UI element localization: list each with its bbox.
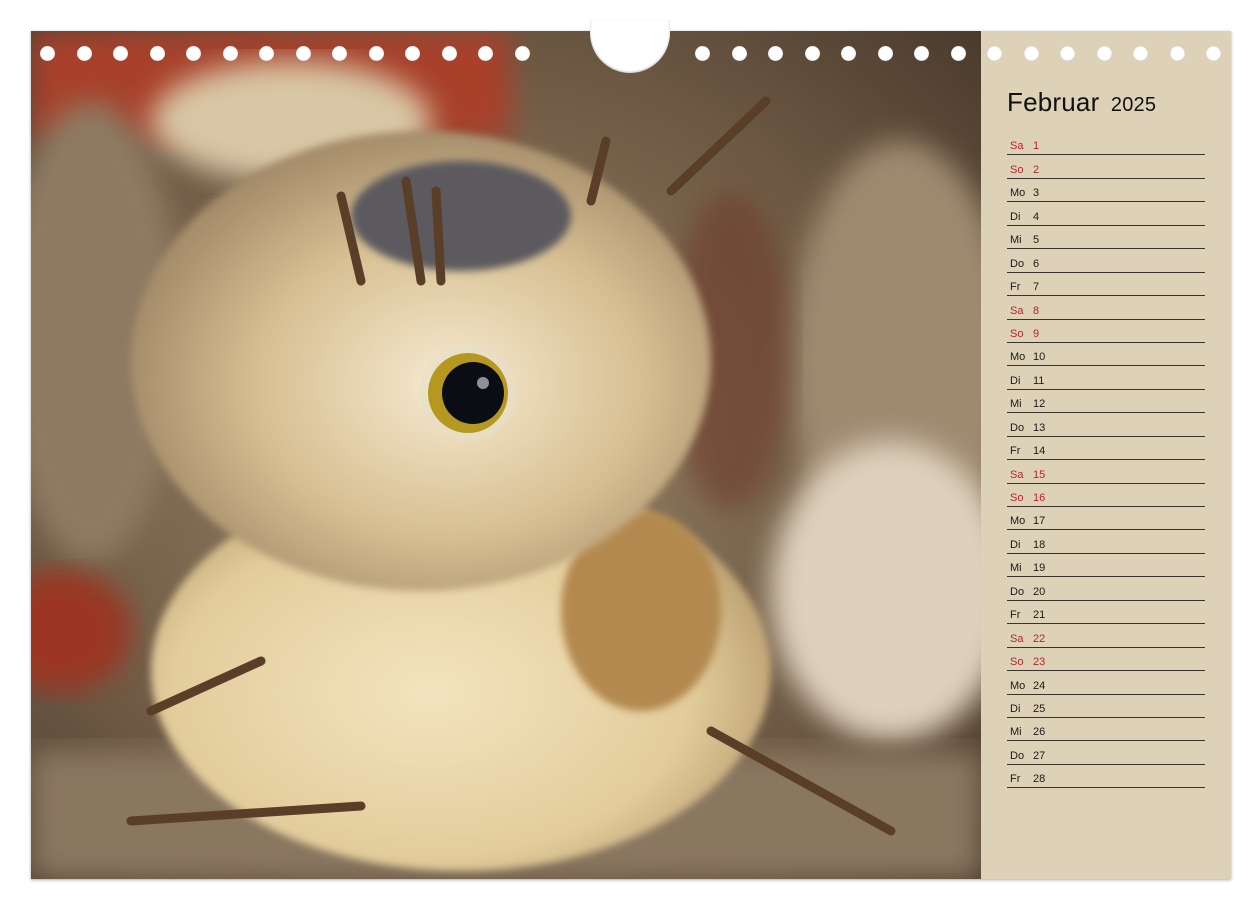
- day-number: 7: [1033, 281, 1040, 294]
- day-number: 17: [1033, 515, 1046, 528]
- weekday-abbrev: Mo: [1010, 515, 1026, 528]
- day-row: Do 13: [1007, 413, 1205, 437]
- day-number: 10: [1033, 351, 1046, 364]
- day-row: Di 4: [1007, 202, 1205, 226]
- day-row: Sa 8: [1007, 296, 1205, 320]
- year-label: 2025: [1110, 94, 1157, 116]
- day-row: Do 20: [1007, 577, 1205, 601]
- weekday-abbrev: Fr: [1010, 445, 1021, 458]
- day-row: Sa 15: [1007, 460, 1205, 484]
- day-number: 16: [1033, 492, 1046, 504]
- day-row: Di 11: [1007, 366, 1205, 390]
- day-row: Do 27: [1007, 741, 1205, 765]
- weekday-abbrev: Sa: [1010, 304, 1024, 317]
- day-number: 22: [1033, 632, 1046, 645]
- day-number: 19: [1033, 562, 1046, 575]
- weekday-abbrev: Fr: [1010, 281, 1021, 294]
- day-row: Do 6: [1007, 249, 1205, 273]
- day-row: Fr 7: [1007, 273, 1205, 297]
- day-number: 20: [1033, 585, 1046, 598]
- day-row: Sa 22: [1007, 624, 1205, 648]
- day-number: 9: [1033, 327, 1040, 340]
- owl-photo: [31, 31, 981, 879]
- day-row: Mo 10: [1007, 343, 1205, 367]
- weekday-abbrev: Fr: [1010, 773, 1021, 786]
- weekday-abbrev: Mo: [1010, 187, 1026, 200]
- day-row: Fr 21: [1007, 601, 1205, 625]
- day-number: 18: [1033, 538, 1046, 551]
- day-number: 26: [1033, 726, 1046, 739]
- day-number: 14: [1033, 445, 1046, 458]
- day-number: 3: [1033, 187, 1040, 200]
- day-number: 15: [1033, 468, 1046, 481]
- weekday-abbrev: Do: [1010, 257, 1025, 270]
- weekday-abbrev: Mi: [1010, 562, 1022, 575]
- weekday-abbrev: So: [1010, 492, 1024, 504]
- weekday-abbrev: Fr: [1010, 609, 1021, 622]
- weekday-abbrev: Mo: [1010, 679, 1026, 692]
- day-number: 25: [1033, 702, 1046, 715]
- weekday-abbrev: Mo: [1010, 351, 1026, 364]
- day-number: 1: [1033, 140, 1040, 153]
- weekday-abbrev: Sa: [1010, 140, 1024, 153]
- weekday-abbrev: Do: [1010, 421, 1025, 434]
- weekday-abbrev: Sa: [1010, 468, 1024, 481]
- day-row: Mo 17: [1007, 507, 1205, 531]
- day-list: Sa 1 So 2 Mo 3 Di 4 Mi 5 Do 6 Fr 7 Sa 8 So 9 Mo 10 Di 11 Mi 12 D…: [1007, 132, 1205, 789]
- weekday-abbrev: Sa: [1010, 632, 1024, 645]
- day-row: Fr 28: [1007, 765, 1205, 789]
- day-number: 27: [1033, 749, 1046, 762]
- day-row: Sa 1: [1007, 132, 1205, 156]
- weekday-abbrev: Di: [1010, 702, 1021, 715]
- day-row: Mi 5: [1007, 226, 1205, 250]
- day-row: Mo 3: [1007, 179, 1205, 203]
- day-number: 11: [1033, 374, 1045, 387]
- day-row: Fr 14: [1007, 437, 1205, 461]
- day-number: 8: [1033, 304, 1040, 317]
- day-number: 28: [1033, 773, 1046, 786]
- day-row: Mo 24: [1007, 671, 1205, 695]
- month-title: Februar 2025: [1007, 87, 1156, 118]
- weekday-abbrev: Di: [1010, 210, 1021, 223]
- day-number: 21: [1033, 609, 1046, 622]
- weekday-abbrev: Di: [1010, 538, 1021, 551]
- weekday-abbrev: So: [1010, 656, 1024, 669]
- weekday-abbrev: Mi: [1010, 726, 1022, 739]
- month-name: Februar: [1007, 87, 1100, 117]
- day-row: Mi 26: [1007, 718, 1205, 742]
- day-number: 6: [1033, 257, 1040, 270]
- day-number: 4: [1033, 210, 1040, 223]
- day-number: 5: [1033, 234, 1040, 247]
- day-number: 12: [1033, 398, 1046, 411]
- day-row: So 2: [1007, 155, 1205, 179]
- day-row: So 23: [1007, 648, 1205, 672]
- day-number: 13: [1033, 421, 1046, 434]
- day-row: Mi 12: [1007, 390, 1205, 414]
- day-row: So 16: [1007, 484, 1205, 507]
- weekday-abbrev: Di: [1010, 374, 1021, 387]
- calendar-page: Februar 2025 Sa 1 So 2 Mo 3 Di 4 Mi 5 Do 6 Fr 7 Sa 8 So 9…: [31, 31, 1231, 879]
- weekday-abbrev: Mi: [1010, 398, 1022, 411]
- day-row: Di 18: [1007, 530, 1205, 554]
- weekday-abbrev: So: [1010, 163, 1024, 176]
- weekday-abbrev: Do: [1010, 749, 1025, 762]
- day-row: Mi 19: [1007, 554, 1205, 578]
- day-number: 24: [1033, 679, 1046, 692]
- weekday-abbrev: Mi: [1010, 234, 1022, 247]
- day-row: So 9: [1007, 320, 1205, 343]
- calendar-sidebar: Februar 2025 Sa 1 So 2 Mo 3 Di 4 Mi 5 Do 6 Fr 7 Sa 8 So 9…: [981, 31, 1231, 879]
- weekday-abbrev: Do: [1010, 585, 1025, 598]
- weekday-abbrev: So: [1010, 327, 1024, 340]
- day-row: Di 25: [1007, 695, 1205, 718]
- day-number: 23: [1033, 656, 1046, 669]
- day-number: 2: [1033, 163, 1040, 176]
